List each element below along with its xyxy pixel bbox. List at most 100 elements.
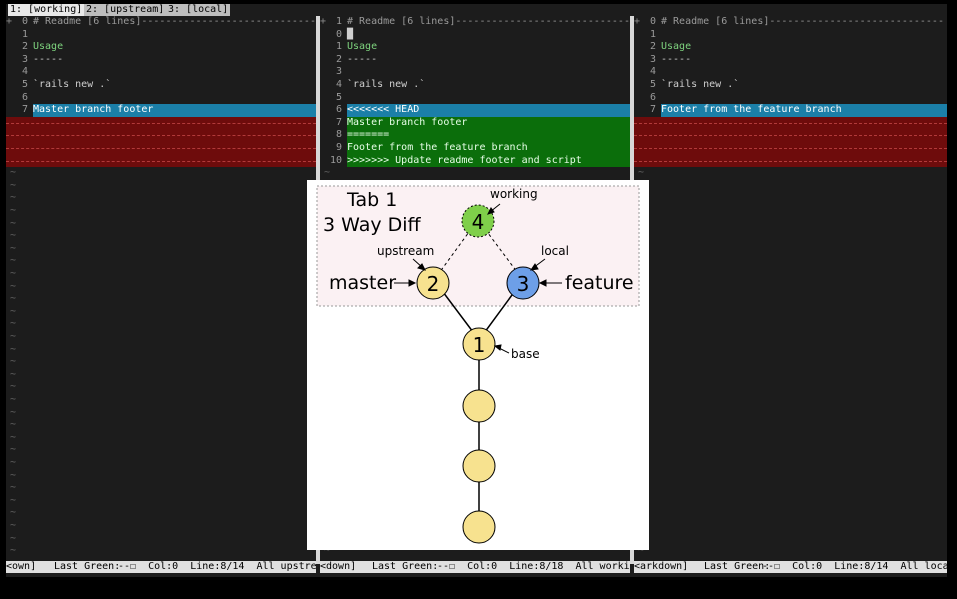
- code-line[interactable]: 1 Usage: [320, 41, 630, 54]
- code-line[interactable]: 6: [634, 92, 947, 105]
- line-number: 4: [21, 66, 28, 78]
- code-line[interactable]: 6 <<<<<<< HEAD: [320, 104, 630, 117]
- tilde-marker: ~: [10, 419, 17, 431]
- line-number: 7: [335, 116, 342, 128]
- tilde-marker: ~: [10, 356, 17, 368]
- empty-line-marker: ~: [6, 545, 316, 558]
- code-line[interactable]: 6: [6, 92, 316, 105]
- local-pane[interactable]: +0 # Readme [6 lines]--------------------…: [634, 16, 947, 564]
- tab-upstream[interactable]: 2: [upstream]: [84, 4, 167, 16]
- code-line[interactable]: 4: [634, 66, 947, 79]
- node-commit: [462, 389, 496, 423]
- empty-line-marker: ~: [634, 470, 947, 483]
- empty-line-marker: ~: [6, 470, 316, 483]
- code-line[interactable]: 1: [634, 29, 947, 42]
- line-number: 5: [335, 91, 342, 103]
- empty-line-marker: ~: [634, 394, 947, 407]
- empty-line-marker: ~: [634, 344, 947, 357]
- code-line[interactable]: 7 Footer from the feature branch: [634, 104, 947, 117]
- deleted-filler-marks: [6, 122, 316, 125]
- empty-line-marker: ~: [6, 407, 316, 420]
- status-line-local: <arkdown] Last Green: --☐ Col:0 Line:8/1…: [634, 561, 947, 573]
- tilde-marker: ~: [10, 532, 17, 544]
- tilde-marker: ~: [10, 545, 17, 557]
- line-text: # Readme [6 lines]----------------------…: [661, 16, 944, 27]
- code-line[interactable]: 3 -----: [634, 54, 947, 67]
- line-number: 7: [649, 104, 656, 116]
- deleted-filler-line: [634, 154, 947, 168]
- line-number: 9: [335, 142, 342, 153]
- tilde-marker: ~: [638, 167, 645, 179]
- code-line[interactable]: 5 `rails new .`: [634, 79, 947, 92]
- line-number: 0: [649, 16, 656, 27]
- fold-line[interactable]: +0 # Readme [6 lines]--------------------…: [6, 16, 316, 29]
- fold-line[interactable]: +1 # Readme [6 lines]--------------------…: [320, 16, 630, 29]
- empty-line-marker: ~: [634, 255, 947, 268]
- code-line[interactable]: 3 -----: [6, 54, 316, 67]
- code-line[interactable]: 1: [6, 29, 316, 42]
- line-number: 1: [21, 28, 28, 40]
- tilde-marker: ~: [10, 469, 17, 481]
- tilde-marker: ~: [10, 520, 17, 531]
- deleted-filler-line: [6, 142, 316, 155]
- empty-line-marker: ~: [6, 381, 316, 394]
- line-text: `rails new .`: [661, 79, 740, 90]
- empty-line-marker: ~: [6, 318, 316, 331]
- tilde-marker: ~: [10, 293, 17, 305]
- node-label-2: 2: [427, 272, 440, 296]
- tab-line: 1: [working] 2: [upstream] 3: [local]: [6, 4, 947, 16]
- empty-line-marker: ~: [634, 407, 947, 420]
- empty-line-marker: ~: [634, 457, 947, 470]
- tilde-marker: ~: [10, 280, 17, 292]
- empty-line-marker: ~: [6, 243, 316, 256]
- code-line[interactable]: 2 Usage: [634, 41, 947, 54]
- empty-line-marker: ~: [6, 356, 316, 369]
- line-number: 5: [649, 79, 656, 90]
- code-line[interactable]: 2 Usage: [6, 41, 316, 54]
- empty-line-marker: ~: [6, 268, 316, 281]
- code-line[interactable]: 5 `rails new .`: [6, 79, 316, 92]
- empty-line-marker: ~: [6, 281, 316, 294]
- line-text: -----: [347, 53, 378, 65]
- code-line[interactable]: 8 =======: [320, 129, 630, 142]
- code-line[interactable]: 3: [320, 66, 630, 79]
- empty-line-marker: ~: [634, 167, 947, 180]
- code-line[interactable]: 7 Master branch footer: [6, 104, 316, 117]
- fold-line[interactable]: +0 # Readme [6 lines]--------------------…: [634, 16, 947, 29]
- code-line[interactable]: 4: [6, 66, 316, 79]
- empty-line-marker: ~: [6, 432, 316, 445]
- code-line[interactable]: 10 >>>>>>> Update readme footer and scrip…: [320, 154, 630, 168]
- tab-working[interactable]: 1: [working]: [8, 4, 85, 16]
- label-working: working: [490, 187, 538, 201]
- tilde-marker: ~: [10, 431, 17, 443]
- code-line[interactable]: 2 -----: [320, 54, 630, 67]
- line-text: <<<<<<< HEAD: [347, 104, 630, 117]
- deleted-filler-line: [6, 129, 316, 142]
- status-mode: <own]: [6, 561, 37, 572]
- line-number: 6: [649, 91, 656, 103]
- deleted-filler-line: [6, 154, 316, 168]
- code-line[interactable]: 5: [320, 92, 630, 105]
- empty-line-marker: ~: [634, 444, 947, 457]
- empty-line-marker: ~: [6, 507, 316, 520]
- code-line[interactable]: 4 `rails new .`: [320, 79, 630, 92]
- deleted-filler-marks: [6, 160, 316, 163]
- empty-line-marker: ~: [634, 495, 947, 508]
- deleted-filler-marks: [634, 160, 947, 163]
- line-text: `rails new .`: [33, 79, 112, 90]
- empty-line-marker: ~: [320, 167, 630, 180]
- upstream-pane[interactable]: +0 # Readme [6 lines]--------------------…: [6, 16, 316, 564]
- tab-local[interactable]: 3: [local]: [166, 4, 231, 16]
- code-line[interactable]: 7 Master branch footer: [320, 116, 630, 130]
- code-line[interactable]: 9 Footer from the feature branch: [320, 142, 630, 155]
- line-number: 6: [21, 91, 28, 103]
- tilde-marker: ~: [10, 457, 17, 468]
- empty-line-marker: ~: [6, 293, 316, 306]
- empty-line-marker: ~: [634, 356, 947, 369]
- three-way-diff-diagram: 4 2 3 1 Tab 1 3 Way Diff working upstrea…: [307, 180, 649, 550]
- empty-line-marker: ~: [6, 205, 316, 218]
- line-text: █: [347, 28, 354, 40]
- status-last-green: Last Green:: [372, 561, 439, 572]
- code-line[interactable]: 0 █: [320, 29, 630, 42]
- line-number: 8: [335, 129, 342, 141]
